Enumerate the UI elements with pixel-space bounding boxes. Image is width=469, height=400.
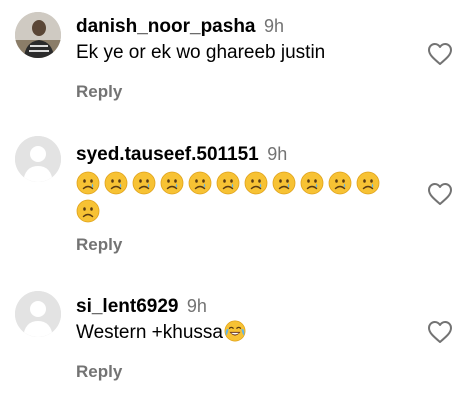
username[interactable]: si_lent6929 — [76, 296, 178, 317]
heart-outline-icon — [428, 43, 452, 65]
heart-outline-icon — [428, 321, 452, 343]
crying-face-emoji-icon — [300, 171, 324, 195]
crying-face-emoji-icon — [76, 171, 100, 195]
username[interactable]: danish_noor_pasha — [76, 16, 256, 37]
comment-header: si_lent6929 9h — [76, 294, 429, 320]
crying-face-emoji-icon — [104, 171, 128, 195]
comment-list: danish_noor_pasha 9h Ek ye or ek wo ghar… — [0, 0, 469, 400]
heart-outline-icon — [428, 183, 452, 205]
comment-item: si_lent6929 9h Western +khussa Reply — [0, 270, 469, 400]
crying-face-emoji-icon — [328, 171, 352, 195]
like-button[interactable] — [427, 320, 453, 344]
comment-emoji-text — [76, 171, 396, 223]
crying-face-emoji-icon — [244, 171, 268, 195]
frowning-face-emoji-icon — [76, 199, 100, 223]
comment-header: danish_noor_pasha 9h — [76, 14, 429, 40]
avatar[interactable] — [15, 291, 61, 337]
comment-item: danish_noor_pasha 9h Ek ye or ek wo ghar… — [0, 0, 469, 110]
username[interactable]: syed.tauseef.501151 — [76, 144, 259, 165]
default-avatar-icon — [15, 136, 61, 182]
comment-text: Western +khussa — [76, 322, 223, 343]
timestamp: 9h — [186, 296, 207, 316]
default-avatar-icon — [15, 291, 61, 337]
crying-face-emoji-icon — [132, 171, 156, 195]
like-button[interactable] — [427, 182, 453, 206]
crying-face-emoji-icon — [188, 171, 212, 195]
comment-header: syed.tauseef.501151 9h — [76, 142, 429, 168]
timestamp: 9h — [263, 16, 284, 36]
avatar[interactable] — [15, 136, 61, 182]
comment-text: Ek ye or ek wo ghareeb justin — [76, 42, 326, 63]
reply-button[interactable]: Reply — [76, 82, 122, 102]
crying-face-emoji-icon — [216, 171, 240, 195]
crying-face-emoji-icon — [272, 171, 296, 195]
crying-face-emoji-icon — [160, 171, 184, 195]
comment-item: syed.tauseef.501151 9h Reply — [0, 110, 469, 270]
user-photo-icon — [15, 12, 61, 58]
avatar[interactable] — [15, 12, 61, 58]
reply-button[interactable]: Reply — [76, 362, 122, 382]
timestamp: 9h — [267, 144, 288, 164]
like-button[interactable] — [427, 42, 453, 66]
reply-button[interactable]: Reply — [76, 235, 122, 255]
tears-of-joy-emoji-icon — [224, 320, 246, 342]
crying-face-emoji-icon — [356, 171, 380, 195]
comment-text-row: Western +khussa — [76, 320, 429, 345]
